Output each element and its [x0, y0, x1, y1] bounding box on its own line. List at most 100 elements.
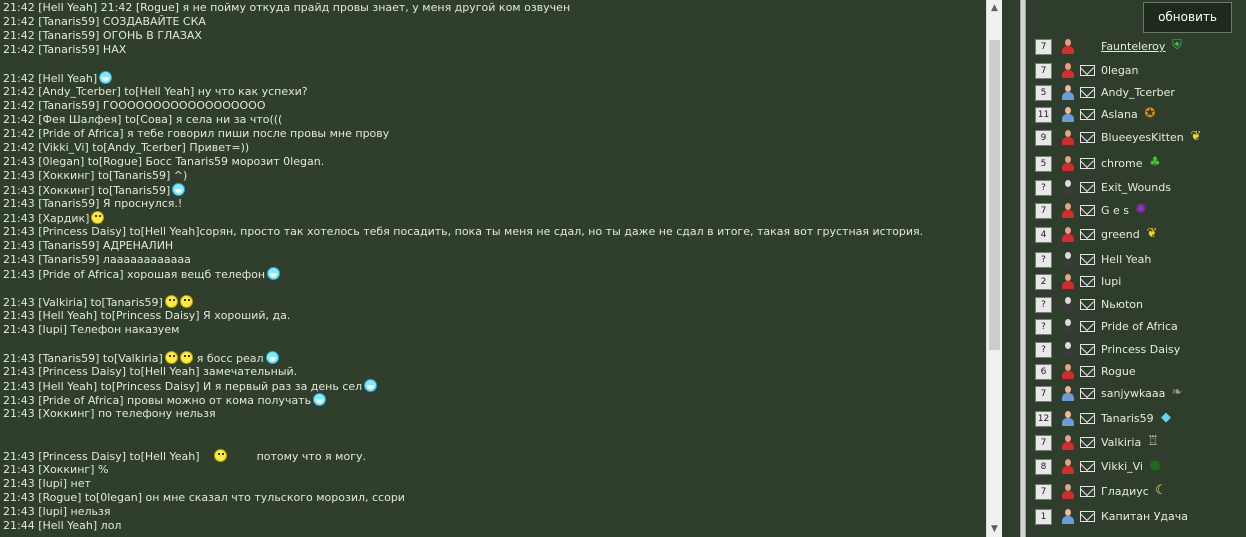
user-name[interactable]: Hell Yeah	[1101, 253, 1151, 266]
mail-icon[interactable]	[1080, 276, 1095, 287]
mail-icon[interactable]	[1080, 344, 1095, 355]
mail-icon[interactable]	[1080, 486, 1095, 497]
scroll-up-icon[interactable]: ▲	[987, 0, 1002, 16]
user-name[interactable]: Andy_Tcerber	[1101, 86, 1175, 99]
panel-gap	[1002, 0, 1020, 537]
user-name[interactable]: Tanaris59	[1101, 412, 1154, 425]
user-person-icon[interactable]	[1061, 63, 1075, 79]
chat-message-text: 21:43 [Hell Yeah] to[Princess Daisy] Я х…	[3, 309, 291, 322]
mail-icon[interactable]	[1080, 65, 1095, 76]
mail-icon[interactable]	[1080, 321, 1095, 332]
user-row[interactable]: 11 Aslana ✪	[1026, 104, 1246, 126]
mail-icon[interactable]	[1080, 132, 1095, 143]
mail-icon[interactable]	[1080, 205, 1095, 216]
chat-scrollbar[interactable]: ▲ ▼	[986, 0, 1002, 537]
user-name[interactable]: Капитан Удача	[1101, 510, 1188, 523]
refresh-button[interactable]: обновить	[1143, 2, 1232, 33]
smiley-emoticon-icon	[179, 295, 193, 308]
mail-icon[interactable]	[1080, 158, 1095, 169]
user-row[interactable]: 7 Гладиус ☾	[1026, 481, 1246, 503]
mail-icon[interactable]	[1080, 109, 1095, 120]
mail-icon[interactable]	[1080, 229, 1095, 240]
user-name[interactable]: Pride of Africa	[1101, 320, 1178, 333]
chat-message-text: 21:42 [Tanaris59] ГОООООООООООООООООО	[3, 99, 266, 112]
user-person-icon[interactable]	[1061, 227, 1075, 243]
user-name[interactable]: greend	[1101, 228, 1140, 241]
mail-icon[interactable]	[1080, 388, 1095, 399]
user-row[interactable]: 6 Rogue	[1026, 361, 1246, 383]
user-person-icon[interactable]	[1061, 252, 1075, 268]
user-name[interactable]: Faunteleroy	[1101, 40, 1165, 53]
user-row[interactable]: 5 Andy_Tcerber	[1026, 82, 1246, 104]
chat-message-text: 21:43 [Tanaris59] Я проснулся.!	[3, 197, 183, 210]
user-row[interactable]: 7 0legan	[1026, 60, 1246, 82]
user-level-badge: 11	[1035, 107, 1052, 123]
user-name[interactable]: Rogue	[1101, 365, 1136, 378]
mail-icon[interactable]	[1080, 437, 1095, 448]
chat-message-text: 21:43 [Tanaris59] to[Valkiria]	[3, 352, 163, 365]
user-name[interactable]: Iupi	[1101, 275, 1121, 288]
user-person-icon[interactable]	[1061, 39, 1075, 55]
user-person-icon[interactable]	[1061, 85, 1075, 101]
user-person-icon[interactable]	[1061, 484, 1075, 500]
user-name[interactable]: Гладиус	[1101, 485, 1149, 498]
user-row[interactable]: ? Princess Daisy	[1026, 339, 1246, 361]
user-person-icon[interactable]	[1061, 342, 1075, 358]
user-level-badge: 5	[1035, 85, 1052, 101]
user-name[interactable]: Valkiria	[1101, 436, 1141, 449]
user-row[interactable]: 4 greend ❦	[1026, 224, 1246, 246]
user-row[interactable]: 7 Valkiria ♖	[1026, 432, 1246, 454]
mail-icon[interactable]	[1080, 413, 1095, 424]
chat-message: 21:43 [Pride of Africa] хорошая вещб тел…	[3, 267, 986, 281]
scroll-thumb[interactable]	[989, 40, 1000, 350]
chat-message-text: 21:42 [Tanaris59] ОГОНЬ В ГЛАЗАХ	[3, 29, 202, 42]
mail-icon[interactable]	[1080, 366, 1095, 377]
user-person-icon[interactable]	[1061, 203, 1075, 219]
mail-icon[interactable]	[1080, 182, 1095, 193]
user-row[interactable]: 1 Капитан Удача	[1026, 506, 1246, 528]
user-person-icon[interactable]	[1061, 435, 1075, 451]
user-row[interactable]: ? Hell Yeah	[1026, 249, 1246, 271]
user-row[interactable]: ? Nьюton	[1026, 294, 1246, 316]
user-name[interactable]: Vikki_Vi	[1101, 460, 1143, 473]
mail-icon[interactable]	[1080, 254, 1095, 265]
mail-icon[interactable]	[1080, 87, 1095, 98]
user-person-icon[interactable]	[1061, 107, 1075, 123]
user-row[interactable]: 5 chrome ♣	[1026, 153, 1246, 175]
user-person-icon[interactable]	[1061, 509, 1075, 525]
user-name[interactable]: 0legan	[1101, 64, 1139, 77]
user-name[interactable]: Exit_Wounds	[1101, 181, 1171, 194]
user-person-icon[interactable]	[1061, 364, 1075, 380]
user-row[interactable]: 7 sanjywkaaa ❧	[1026, 383, 1246, 405]
chat-message-text: 21:43 [Pride of Africa] хорошая вещб тел…	[3, 268, 266, 281]
user-person-icon[interactable]	[1061, 156, 1075, 172]
user-name[interactable]: G e s	[1101, 204, 1129, 217]
user-row[interactable]: 7 Faunteleroy ⛨	[1026, 36, 1246, 58]
user-person-icon[interactable]	[1061, 297, 1075, 313]
user-person-icon[interactable]	[1061, 386, 1075, 402]
user-row[interactable]: 2 Iupi	[1026, 271, 1246, 293]
user-name[interactable]: chrome	[1101, 157, 1143, 170]
user-row[interactable]: 7 G e s ✺	[1026, 200, 1246, 222]
user-person-icon[interactable]	[1061, 319, 1075, 335]
user-row[interactable]: ? Pride of Africa	[1026, 316, 1246, 338]
user-row[interactable]: 9 BlueeyesKitten ❦	[1026, 127, 1246, 149]
user-person-icon[interactable]	[1061, 411, 1075, 427]
user-name[interactable]: Princess Daisy	[1101, 343, 1180, 356]
user-person-icon[interactable]	[1061, 459, 1075, 475]
user-person-icon[interactable]	[1061, 180, 1075, 196]
user-row[interactable]: ? Exit_Wounds	[1026, 177, 1246, 199]
scroll-down-icon[interactable]: ▼	[987, 521, 1002, 537]
user-name[interactable]: sanjywkaaa	[1101, 387, 1165, 400]
user-name[interactable]: Aslana	[1101, 108, 1138, 121]
user-person-icon[interactable]	[1061, 130, 1075, 146]
mail-icon[interactable]	[1080, 511, 1095, 522]
user-name[interactable]: BlueeyesKitten	[1101, 131, 1184, 144]
user-row[interactable]: 12 Tanaris59 ◆	[1026, 408, 1246, 430]
user-person-icon[interactable]	[1061, 274, 1075, 290]
mail-icon[interactable]	[1080, 299, 1095, 310]
chat-message: 21:43 [Iupi] Телефон наказуем	[3, 323, 986, 337]
mail-icon[interactable]	[1080, 461, 1095, 472]
user-row[interactable]: 8 Vikki_Vi ●	[1026, 456, 1246, 478]
user-name[interactable]: Nьюton	[1101, 298, 1143, 311]
